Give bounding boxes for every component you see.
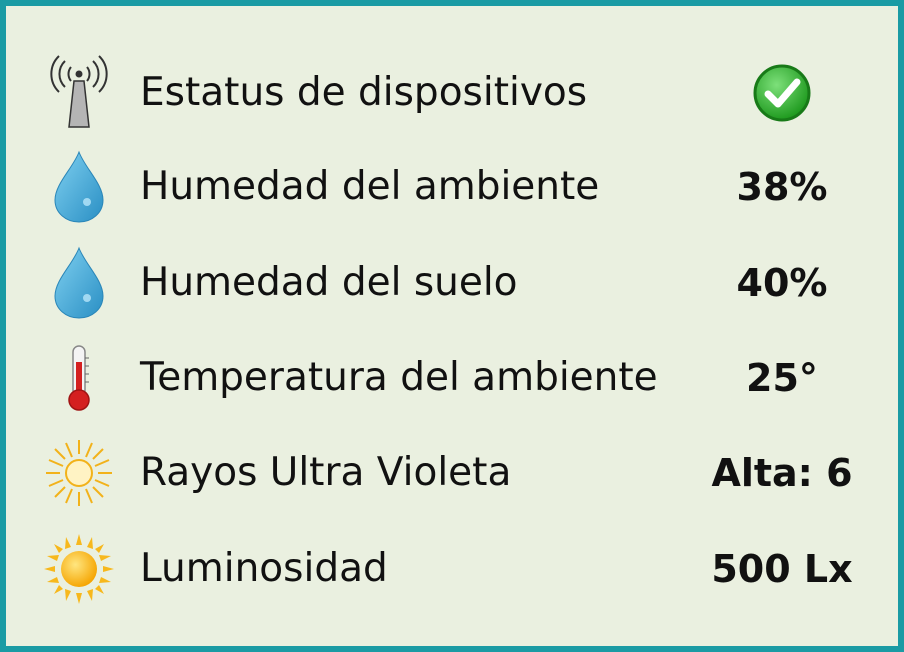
row-ambient-humidity: Humedad del ambiente 38% — [6, 142, 898, 232]
row-temperature: Temperatura del ambiente 25° — [6, 333, 898, 423]
uv-rays-value: Alta: 6 — [711, 451, 853, 495]
check-circle-icon — [753, 64, 811, 122]
sun-icon — [39, 524, 119, 614]
ambient-humidity-label: Humedad del ambiente — [140, 164, 600, 209]
temperature-value: 25° — [746, 356, 818, 400]
sensor-status-panel: Estatus de dispositivos Humedad del ambi… — [0, 0, 904, 652]
water-drop-icon — [39, 142, 119, 232]
temperature-label: Temperatura del ambiente — [140, 355, 658, 400]
row-device-status: Estatus de dispositivos — [6, 48, 898, 138]
thermometer-icon — [39, 333, 119, 423]
device-status-label: Estatus de dispositivos — [140, 70, 588, 115]
ambient-humidity-value: 38% — [736, 165, 828, 209]
status-indicator — [686, 48, 878, 138]
soil-humidity-label: Humedad del suelo — [140, 260, 518, 305]
antenna-icon — [39, 48, 119, 138]
sun-outline-icon — [39, 428, 119, 518]
luminosity-label: Luminosidad — [140, 546, 388, 591]
soil-humidity-value: 40% — [736, 261, 828, 305]
row-luminosity: Luminosidad 500 Lx — [6, 524, 898, 614]
row-uv-rays: Rayos Ultra Violeta Alta: 6 — [6, 428, 898, 518]
water-drop-icon — [39, 238, 119, 328]
luminosity-value: 500 Lx — [711, 547, 853, 591]
row-soil-humidity: Humedad del suelo 40% — [6, 238, 898, 328]
uv-rays-label: Rayos Ultra Violeta — [140, 450, 512, 495]
